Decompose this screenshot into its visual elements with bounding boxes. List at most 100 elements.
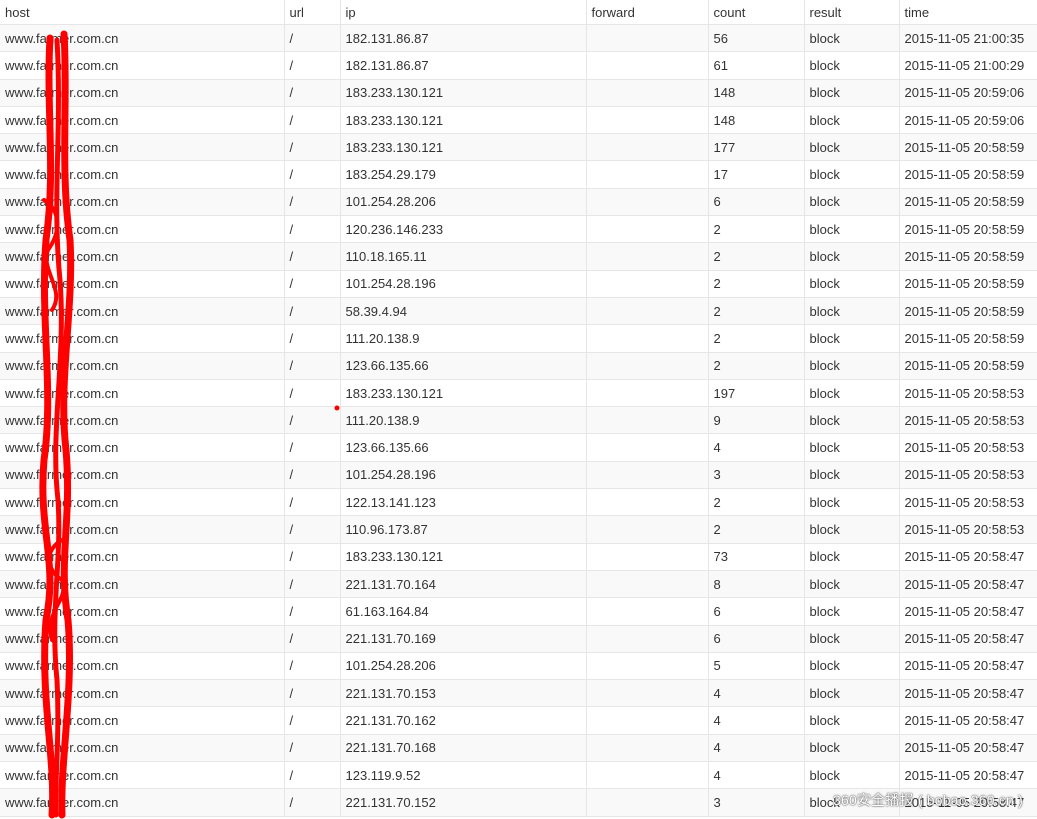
cell-url: / xyxy=(284,242,341,271)
table-row[interactable]: www.farmer.com.cn/120.236.146.233 2 block 2… xyxy=(0,215,1037,244)
table-row[interactable]: www.farmer.com.cn/101.254.28.196 2 block 20… xyxy=(0,270,1037,298)
cell-result: block xyxy=(804,24,900,53)
table-row[interactable]: www.farmer.com.cn/58.39.4.94 2 block 2015-1… xyxy=(0,297,1037,326)
cell-host: www.farmer.com.cn xyxy=(0,324,285,353)
cell-time: 2015-11-05 20:59:06 xyxy=(899,106,1037,135)
cell-host: www.farmer.com.cn xyxy=(0,488,285,517)
table-row[interactable]: www.farmer.com.cn/110.18.165.11 2 block 201… xyxy=(0,242,1037,271)
cell-ip: 120.236.146.233 xyxy=(340,215,587,244)
cell-time: 2015-11-05 20:58:59 xyxy=(899,242,1037,271)
cell-forward xyxy=(586,652,709,681)
cell-host: www.farmer.com.cn xyxy=(0,706,285,735)
cell-count: 177 xyxy=(708,133,805,162)
cell-forward xyxy=(586,215,709,244)
column-header-url[interactable]: url xyxy=(284,0,341,25)
cell-result: block xyxy=(804,133,900,162)
cell-count: 148 xyxy=(708,79,805,107)
table-row[interactable]: www.farmer.com.cn/221.131.70.164 8 block 20… xyxy=(0,570,1037,599)
table-row[interactable]: www.farmer.com.cn/221.131.70.162 4 block 20… xyxy=(0,706,1037,735)
cell-host: www.farmer.com.cn xyxy=(0,242,285,271)
cell-time: 2015-11-05 20:58:53 xyxy=(899,461,1037,490)
cell-result: block xyxy=(804,761,900,790)
cell-count: 2 xyxy=(708,324,805,353)
cell-count: 3 xyxy=(708,788,805,817)
cell-url: / xyxy=(284,679,341,708)
cell-url: / xyxy=(284,324,341,353)
cell-ip: 183.233.130.121 xyxy=(340,106,587,135)
cell-forward xyxy=(586,297,709,326)
cell-forward xyxy=(586,543,709,571)
cell-forward xyxy=(586,706,709,735)
table-row[interactable]: www.farmer.com.cn/183.233.130.121 197 bloc… xyxy=(0,379,1037,408)
cell-count: 2 xyxy=(708,352,805,380)
cell-result: block xyxy=(804,679,900,708)
table-row[interactable]: www.farmer.com.cn/182.131.86.87 56 block 20… xyxy=(0,24,1037,53)
cell-time: 2015-11-05 20:58:59 xyxy=(899,324,1037,353)
table-row[interactable]: www.farmer.com.cn/183.233.130.121 177 bloc… xyxy=(0,133,1037,162)
cell-result: block xyxy=(804,51,900,80)
table-row[interactable]: www.farmer.com.cn/183.233.130.121 148 bloc… xyxy=(0,79,1037,107)
cell-forward xyxy=(586,242,709,271)
cell-ip: 183.233.130.121 xyxy=(340,79,587,107)
cell-ip: 110.96.173.87 xyxy=(340,515,587,544)
cell-time: 2015-11-05 21:00:29 xyxy=(899,51,1037,80)
cell-time: 2015-11-05 20:58:47 xyxy=(899,706,1037,735)
table-row[interactable]: www.farmer.com.cn/111.20.138.9 2 block 2015… xyxy=(0,324,1037,353)
cell-count: 2 xyxy=(708,515,805,544)
cell-time: 2015-11-05 20:58:59 xyxy=(899,270,1037,298)
column-header-time[interactable]: time xyxy=(899,0,1037,25)
table-row[interactable]: www.farmer.com.cn/183.254.29.179 17 block 2… xyxy=(0,160,1037,189)
table-row[interactable]: www.farmer.com.cn/122.13.141.123 2 block 20… xyxy=(0,488,1037,517)
cell-url: / xyxy=(284,406,341,435)
table-row[interactable]: www.farmer.com.cn/123.66.135.66 4 block 201… xyxy=(0,433,1037,462)
cell-forward xyxy=(586,352,709,380)
column-header-ip[interactable]: ip xyxy=(340,0,587,25)
cell-result: block xyxy=(804,488,900,517)
cell-host: www.farmer.com.cn xyxy=(0,24,285,53)
cell-ip: 123.66.135.66 xyxy=(340,433,587,462)
cell-time: 2015-11-05 20:58:47 xyxy=(899,625,1037,653)
cell-ip: 183.233.130.121 xyxy=(340,133,587,162)
table-body: www.farmer.com.cn/182.131.86.87 56 block 20… xyxy=(0,24,1037,817)
table-row[interactable]: www.farmer.com.cn/183.233.130.121 73 block… xyxy=(0,543,1037,571)
cell-ip: 221.131.70.152 xyxy=(340,788,587,817)
cell-time: 2015-11-05 20:58:47 xyxy=(899,652,1037,681)
cell-forward xyxy=(586,24,709,53)
table-row[interactable]: www.farmer.com.cn/110.96.173.87 2 block 201… xyxy=(0,515,1037,544)
table-row[interactable]: www.farmer.com.cn/182.131.86.87 61 block 20… xyxy=(0,51,1037,80)
cell-ip: 101.254.28.206 xyxy=(340,188,587,217)
cell-host: www.farmer.com.cn xyxy=(0,679,285,708)
table-row[interactable]: www.farmer.com.cn/221.131.70.169 6 block 20… xyxy=(0,625,1037,653)
table-row[interactable]: www.farmer.com.cn/123.66.135.66 2 block 201… xyxy=(0,352,1037,380)
cell-url: / xyxy=(284,297,341,326)
cell-ip: 122.13.141.123 xyxy=(340,488,587,517)
cell-host: www.farmer.com.cn xyxy=(0,406,285,435)
table-row[interactable]: www.farmer.com.cn/123.119.9.52 4 block 2015… xyxy=(0,761,1037,790)
table-row[interactable]: www.farmer.com.cn/183.233.130.121 148 bloc… xyxy=(0,106,1037,135)
table-row[interactable]: www.farmer.com.cn/101.254.28.196 3 block 20… xyxy=(0,461,1037,490)
column-header-host[interactable]: host xyxy=(0,0,285,25)
cell-count: 148 xyxy=(708,106,805,135)
table-row[interactable]: www.farmer.com.cn/221.131.70.153 4 block 20… xyxy=(0,679,1037,708)
column-header-count[interactable]: count xyxy=(708,0,805,25)
cell-url: / xyxy=(284,788,341,817)
cell-time: 2015-11-05 20:58:59 xyxy=(899,133,1037,162)
table-row[interactable]: www.farmer.com.cn/101.254.28.206 5 block 20… xyxy=(0,652,1037,681)
cell-count: 6 xyxy=(708,597,805,626)
cell-host: www.farmer.com.cn xyxy=(0,379,285,408)
table-row[interactable]: www.farmer.com.cn/111.20.138.9 9 block 2015… xyxy=(0,406,1037,435)
table-row[interactable]: www.farmer.com.cn/61.163.164.84 6 block 201… xyxy=(0,597,1037,626)
table-header: host url ip forward count result time xyxy=(0,0,1037,25)
cell-time: 2015-11-05 20:58:53 xyxy=(899,488,1037,517)
cell-forward xyxy=(586,679,709,708)
cell-forward xyxy=(586,133,709,162)
column-header-forward[interactable]: forward xyxy=(586,0,709,25)
table-row[interactable]: www.farmer.com.cn/221.131.70.168 4 block 20… xyxy=(0,734,1037,763)
cell-time: 2015-11-05 20:58:53 xyxy=(899,379,1037,408)
table-row[interactable]: www.farmer.com.cn/101.254.28.206 6 block 20… xyxy=(0,188,1037,217)
cell-host: www.farmer.com.cn xyxy=(0,133,285,162)
cell-forward xyxy=(586,188,709,217)
cell-url: / xyxy=(284,24,341,53)
column-header-result[interactable]: result xyxy=(804,0,900,25)
cell-ip: 101.254.28.196 xyxy=(340,270,587,298)
